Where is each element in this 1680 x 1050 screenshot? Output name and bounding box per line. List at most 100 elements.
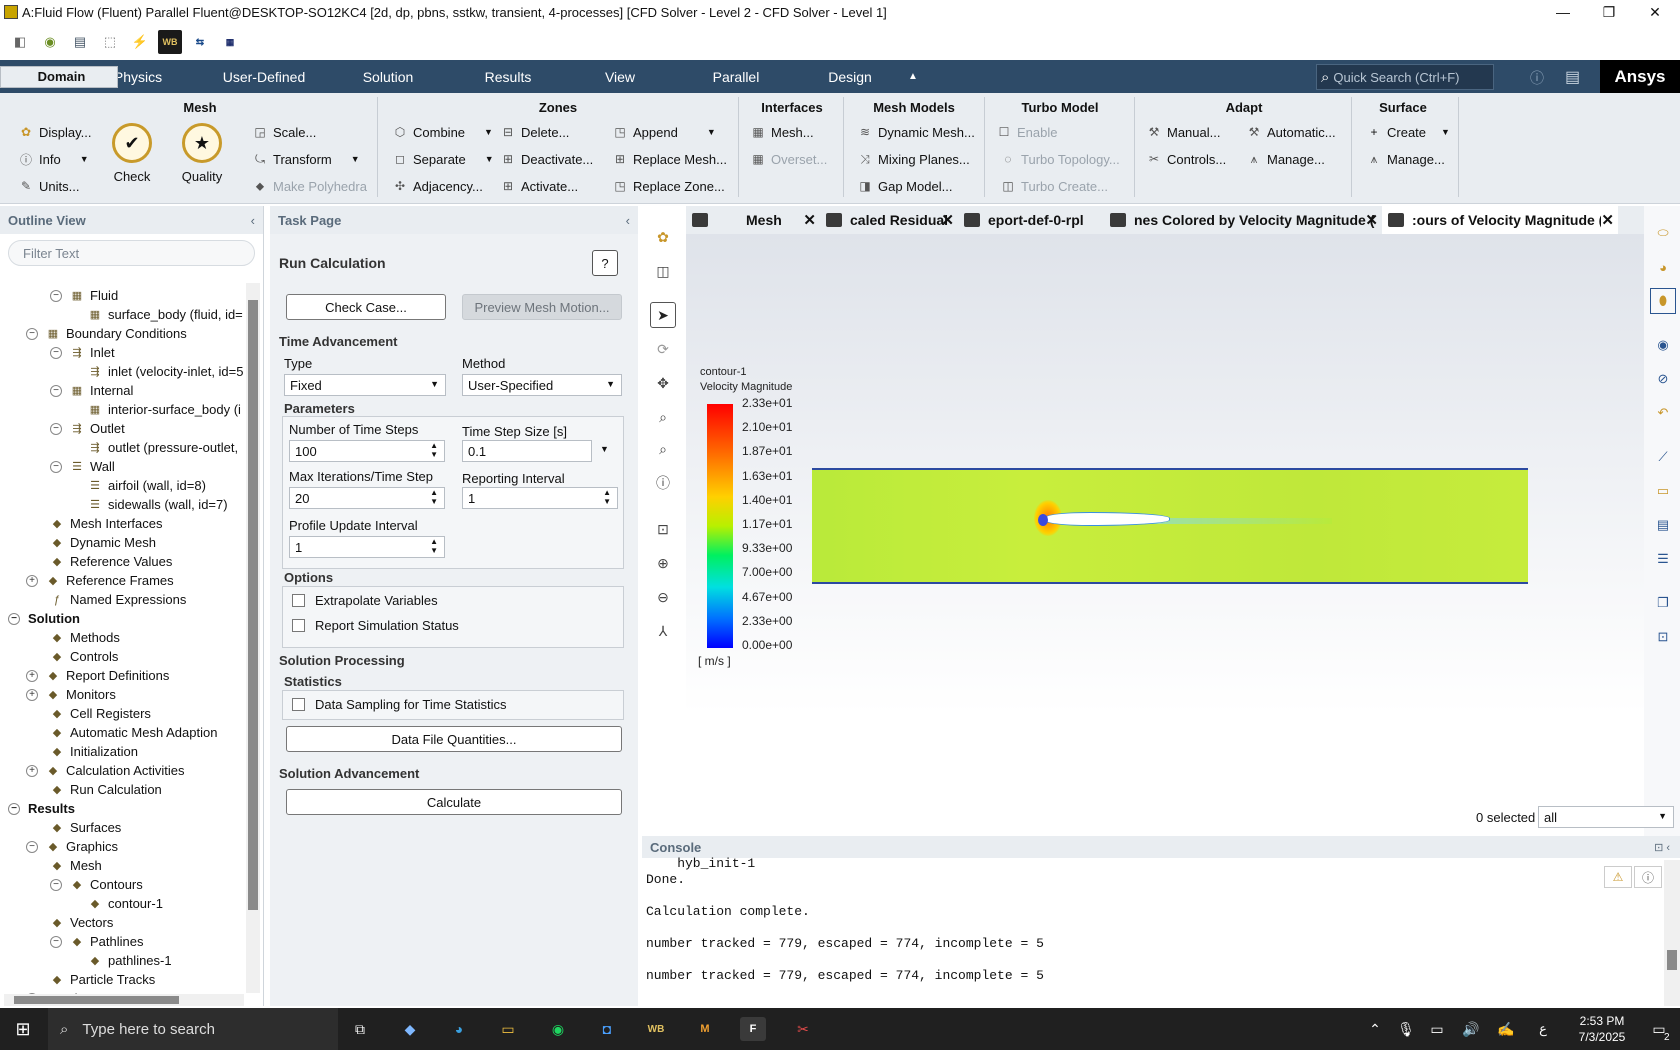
outline-item[interactable]: ◆ Dynamic Mesh bbox=[50, 533, 156, 552]
replace-zone-button[interactable]: ◳ Replace Zone... bbox=[612, 178, 724, 194]
quality-button[interactable]: ★ Quality bbox=[180, 123, 224, 184]
spotify-icon[interactable]: ◉ bbox=[545, 1017, 571, 1041]
outline-item[interactable]: + ◆ Report Definitions bbox=[26, 666, 169, 685]
snipping-tool-icon[interactable]: ✂ bbox=[790, 1017, 816, 1041]
adapt-manage-button[interactable]: ⩚ Manage... bbox=[1246, 151, 1325, 167]
turbo-enable-checkbox[interactable]: ☐ Enable bbox=[996, 124, 1058, 140]
outline-item[interactable]: ☰ airfoil (wall, id=8) bbox=[88, 476, 206, 495]
selection-filter-dropdown[interactable]: all ▼ bbox=[1538, 806, 1674, 828]
collapse-icon[interactable]: ‹ bbox=[626, 213, 630, 228]
check-button[interactable]: ✔ Check bbox=[110, 123, 154, 184]
extrapolate-variables-checkbox[interactable]: Extrapolate Variables bbox=[292, 593, 438, 608]
collapse-icon[interactable]: − bbox=[8, 612, 20, 625]
store-icon[interactable]: ◘ bbox=[594, 1017, 620, 1041]
zoom-in-icon[interactable]: ⊕ bbox=[650, 550, 676, 576]
adapt-automatic-button[interactable]: ⚒ Automatic... bbox=[1246, 124, 1336, 140]
outline-item[interactable]: − ⇶ Outlet bbox=[50, 419, 125, 438]
spinner-icon[interactable]: ▲ ▼ bbox=[430, 488, 438, 506]
interface-mesh-button[interactable]: ▦ Mesh... bbox=[750, 124, 813, 140]
fluent-taskbar-icon[interactable]: F bbox=[740, 1017, 766, 1041]
gap-model-button[interactable]: ◨ Gap Model... bbox=[857, 178, 952, 194]
input-language[interactable]: ع bbox=[1530, 1017, 1556, 1041]
collapse-icon[interactable]: − bbox=[26, 840, 38, 853]
restore-button[interactable]: ❐ bbox=[1586, 0, 1632, 24]
graphics-tab-scaled-residual[interactable]: caled Residual ✕ bbox=[820, 206, 958, 234]
close-icon[interactable]: ✕ bbox=[803, 211, 816, 229]
graphics-tab-contours[interactable]: :ours of Velocity Magnitude (r ✕ bbox=[1382, 206, 1618, 234]
pointer-icon[interactable]: ➤ bbox=[650, 302, 676, 328]
tab-solution[interactable]: Solution bbox=[328, 60, 448, 93]
step-size-input[interactable]: 0.1 bbox=[462, 440, 592, 462]
hide-icon[interactable]: ⊘ bbox=[1650, 366, 1676, 392]
outline-item[interactable]: − ◆ Contours bbox=[50, 875, 143, 894]
fit-to-window-icon[interactable]: ⊡ bbox=[650, 516, 676, 542]
console-window-icons[interactable]: ⊡ ‹ bbox=[1654, 841, 1670, 854]
zoom-in-out-icon[interactable]: ⌕ bbox=[650, 404, 676, 430]
quick-search[interactable]: ⌕ Quick Search (Ctrl+F) bbox=[1316, 64, 1494, 90]
outline-item[interactable]: − ▦ Boundary Conditions bbox=[26, 324, 187, 343]
plot-icon[interactable]: ⟋ bbox=[1650, 444, 1676, 470]
save-icon[interactable]: ▤ bbox=[68, 30, 92, 54]
taskbar-search[interactable]: ⌕ Type here to search bbox=[48, 1008, 338, 1050]
collapse-icon[interactable]: ‹ bbox=[251, 213, 255, 228]
zoom-out-icon[interactable]: ⊖ bbox=[650, 584, 676, 610]
outline-item[interactable]: − ◆ Graphics bbox=[26, 837, 118, 856]
method-dropdown[interactable]: User-Specified ▼ bbox=[462, 374, 622, 396]
pen-icon[interactable]: ✍ bbox=[1493, 1017, 1519, 1041]
warning-icon[interactable]: ⚠ bbox=[1604, 866, 1632, 888]
transform-button[interactable]: ⤿ Transform ▼ bbox=[252, 151, 360, 167]
append-button[interactable]: ◳ Append ▼ bbox=[612, 124, 715, 140]
tab-view[interactable]: View bbox=[568, 60, 672, 93]
view-ortho-icon[interactable]: ⬮ bbox=[1650, 288, 1676, 314]
cube-icon[interactable]: ⬚ bbox=[98, 30, 122, 54]
help-icon[interactable]: ⓘ bbox=[1530, 68, 1544, 88]
outline-item[interactable]: ◆ Controls bbox=[50, 647, 119, 666]
report-icon[interactable]: ▤ bbox=[1650, 512, 1676, 538]
tab-design[interactable]: Design bbox=[800, 60, 900, 93]
layout-icon[interactable]: ◫ bbox=[650, 258, 676, 284]
lightning-icon[interactable]: ⚡ bbox=[128, 30, 152, 54]
outline-item[interactable]: ◆ Run Calculation bbox=[50, 780, 162, 799]
outline-item[interactable]: ◆ Automatic Mesh Adaption bbox=[50, 723, 218, 742]
outline-item[interactable]: ◆ Vectors bbox=[50, 913, 114, 932]
outline-item[interactable]: ◆ pathlines-1 bbox=[88, 951, 172, 970]
outline-item[interactable]: ◆ Reference Values bbox=[50, 552, 173, 571]
make-polyhedra-button[interactable]: ⬥ Make Polyhedra bbox=[252, 178, 367, 194]
info-icon[interactable]: ⓘ bbox=[1634, 866, 1662, 888]
collapse-ribbon-icon[interactable]: ▲ bbox=[900, 60, 926, 93]
rotate-icon[interactable]: ⟳ bbox=[650, 336, 676, 362]
edge-icon[interactable]: ◕ bbox=[446, 1017, 472, 1041]
tab-domain[interactable]: Domain bbox=[0, 65, 118, 88]
graphics-tab-report-def[interactable]: eport-def-0-rpl bbox=[958, 206, 1104, 234]
dynamic-mesh-button[interactable]: ≋ Dynamic Mesh... bbox=[857, 124, 975, 140]
open-icon[interactable]: ◉ bbox=[38, 30, 62, 54]
windows-start-icon[interactable]: ⊞ bbox=[10, 1017, 36, 1041]
outline-item[interactable]: − ▦ Internal bbox=[50, 381, 133, 400]
outline-item[interactable]: − Solution bbox=[8, 609, 80, 628]
chevron-up-icon[interactable]: ⌃ bbox=[1362, 1017, 1388, 1041]
data-sampling-checkbox[interactable]: Data Sampling for Time Statistics bbox=[292, 697, 506, 712]
file-explorer-icon[interactable]: ▭ bbox=[495, 1017, 521, 1041]
view-front-icon[interactable]: ⬭ bbox=[1650, 220, 1676, 246]
preview-mesh-motion-button[interactable]: Preview Mesh Motion... bbox=[462, 294, 622, 320]
console-scrollbar[interactable] bbox=[1664, 860, 1680, 1006]
help-icon[interactable]: ? bbox=[592, 250, 618, 276]
separate-button[interactable]: ◻ Separate ▼ bbox=[392, 151, 494, 167]
visibility-icon[interactable]: ◉ bbox=[1650, 332, 1676, 358]
outline-item[interactable]: − ▦ Fluid bbox=[50, 286, 118, 305]
collapse-icon[interactable]: − bbox=[50, 935, 62, 948]
copilot-icon[interactable]: ◆ bbox=[397, 1017, 423, 1041]
outline-item[interactable]: ◆ Initialization bbox=[50, 742, 138, 761]
adapt-manual-button[interactable]: ⚒ Manual... bbox=[1146, 124, 1221, 140]
tab-user-defined[interactable]: User-Defined bbox=[200, 60, 328, 93]
outline-item[interactable]: ◆ contour-1 bbox=[88, 894, 163, 913]
outline-item[interactable]: − ☰ Wall bbox=[50, 457, 115, 476]
report-simulation-status-checkbox[interactable]: Report Simulation Status bbox=[292, 618, 459, 633]
collapse-icon[interactable]: − bbox=[50, 346, 62, 359]
expand-icon[interactable]: + bbox=[26, 669, 38, 682]
scale-button[interactable]: ◲ Scale... bbox=[252, 124, 316, 140]
outline-item[interactable]: ◆ Mesh Interfaces bbox=[50, 514, 163, 533]
combine-button[interactable]: ⬡ Combine ▼ bbox=[392, 124, 493, 140]
mc-icon[interactable]: ▦ bbox=[218, 30, 242, 54]
pan-icon[interactable]: ✥ bbox=[650, 370, 676, 396]
